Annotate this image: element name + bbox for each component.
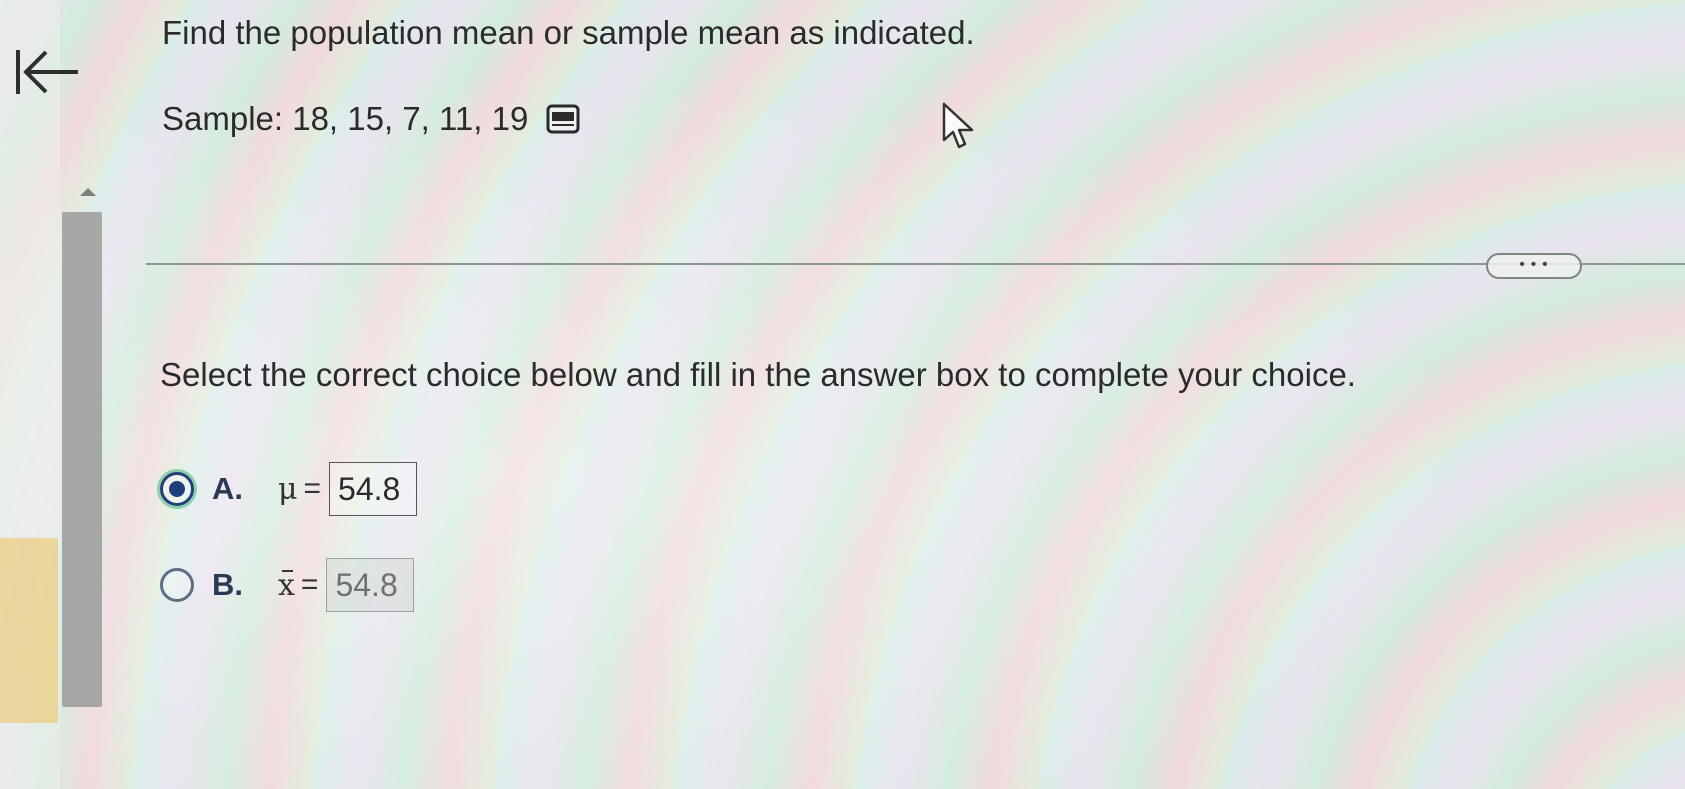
- radio-button-a[interactable]: [160, 472, 194, 506]
- scroll-up-arrow-icon: [80, 188, 96, 196]
- equals-sign: =: [303, 472, 322, 505]
- question-title: Find the population mean or sample mean …: [162, 14, 975, 51]
- choice-a-letter: A.: [212, 471, 243, 506]
- data-table-icon: [546, 104, 580, 134]
- radio-selected-dot: [169, 481, 185, 497]
- mouse-pointer-icon: [940, 100, 982, 158]
- answer-box-b[interactable]: 54.8: [326, 558, 415, 612]
- more-options-button[interactable]: • • •: [1486, 253, 1582, 279]
- choice-b[interactable]: B. x = 54.8: [160, 558, 415, 612]
- instruction-text: Select the correct choice below and fill…: [160, 356, 1356, 393]
- scrollbar-thumb[interactable]: [62, 212, 102, 707]
- population-mean-symbol: μ: [278, 471, 298, 507]
- scroll-up-button[interactable]: [76, 184, 100, 200]
- left-panel-accent: [0, 538, 58, 723]
- section-divider: [146, 263, 1685, 265]
- radio-button-b[interactable]: [160, 568, 194, 602]
- sample-line: Sample: 18, 15, 7, 11, 19: [162, 100, 580, 138]
- sample-mean-symbol: x: [278, 568, 295, 603]
- back-button[interactable]: [12, 44, 84, 104]
- data-table-button[interactable]: [546, 104, 580, 134]
- back-to-start-icon: [16, 50, 78, 94]
- choice-b-letter: B.: [212, 567, 243, 602]
- sample-data-text: Sample: 18, 15, 7, 11, 19: [162, 100, 529, 137]
- x-bar: x: [278, 567, 295, 603]
- answer-box-a[interactable]: 54.8: [329, 462, 418, 516]
- choice-a[interactable]: A. μ = 54.8: [160, 462, 418, 516]
- equals-sign: =: [300, 568, 319, 601]
